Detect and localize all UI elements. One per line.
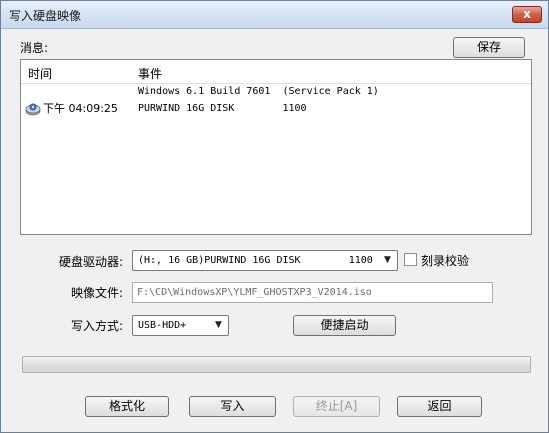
row-time: 下午 04:09:25: [43, 102, 118, 115]
list-item[interactable]: 下午 04:09:25 PURWIND 16G DISK 1100: [21, 101, 531, 117]
title-bar[interactable]: 写入硬盘映像 x: [1, 1, 548, 29]
save-button[interactable]: 保存: [453, 37, 525, 58]
window-title: 写入硬盘映像: [9, 9, 82, 23]
write-disk-image-dialog: 写入硬盘映像 x 消息: 保存 时间 事件 Windows 6.1 Build …: [0, 0, 549, 433]
disk-icon: [25, 103, 41, 116]
write-mode-label: 写入方式:: [71, 319, 124, 333]
abort-button[interactable]: 终止[A]: [293, 396, 380, 417]
messages-list[interactable]: 时间 事件 Windows 6.1 Build 7601 (Service Pa…: [20, 59, 532, 235]
close-icon: x: [523, 7, 531, 21]
quick-boot-button[interactable]: 便捷启动: [293, 315, 396, 336]
drive-select[interactable]: (H:, 16 GB)PURWIND 16G DISK 1100 ▼: [132, 250, 398, 271]
close-button[interactable]: x: [512, 6, 542, 23]
back-button[interactable]: 返回: [397, 396, 482, 417]
column-event[interactable]: 事件: [138, 65, 162, 82]
image-file-label: 映像文件:: [71, 286, 124, 300]
write-mode-select[interactable]: USB-HDD+ ▼: [132, 315, 229, 336]
verify-label[interactable]: 刻录校验: [421, 252, 469, 269]
format-button[interactable]: 格式化: [85, 396, 169, 417]
drive-select-value: (H:, 16 GB)PURWIND 16G DISK 1100: [138, 255, 373, 266]
image-file-path: F:\CD\WindowsXP\YLMF_GHOSTXP3_V2014.iso: [137, 287, 372, 298]
chevron-down-icon: ▼: [215, 320, 222, 330]
messages-label: 消息:: [20, 41, 49, 55]
verify-checkbox[interactable]: [404, 253, 417, 266]
column-time[interactable]: 时间: [28, 65, 52, 82]
progress-bar: [22, 356, 531, 373]
chevron-down-icon: ▼: [384, 255, 391, 265]
row-event: PURWIND 16G DISK 1100: [138, 103, 307, 114]
write-mode-value: USB-HDD+: [138, 320, 187, 331]
image-file-field[interactable]: F:\CD\WindowsXP\YLMF_GHOSTXP3_V2014.iso: [132, 282, 493, 303]
row-event: Windows 6.1 Build 7601 (Service Pack 1): [138, 86, 379, 97]
list-item[interactable]: Windows 6.1 Build 7601 (Service Pack 1): [21, 84, 531, 100]
drive-label: 硬盘驱动器:: [59, 255, 124, 269]
list-header: 时间 事件: [21, 60, 531, 84]
write-button[interactable]: 写入: [189, 396, 276, 417]
